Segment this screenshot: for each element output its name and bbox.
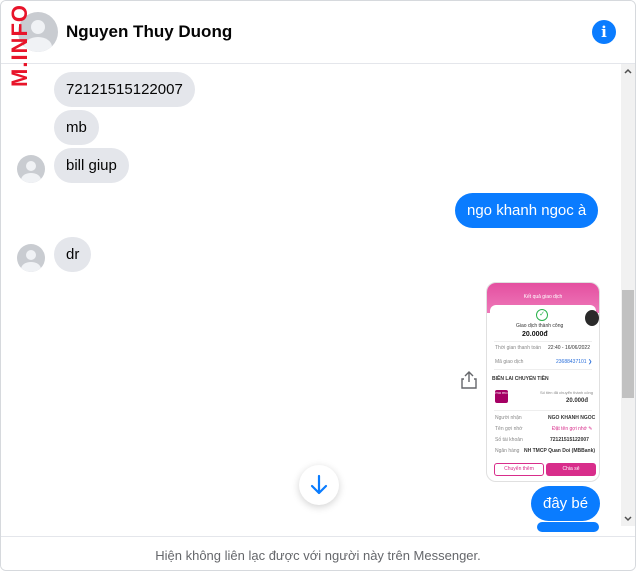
avatar-head [26, 250, 36, 260]
scroll-to-bottom-button[interactable] [299, 465, 339, 505]
contact-name[interactable]: Nguyen Thuy Duong [66, 22, 232, 42]
messenger-window: Nguyen Thuy Duong i M.INFO 7212151512200… [0, 0, 636, 571]
outgoing-message[interactable]: ngo khanh ngoc à [455, 193, 599, 228]
avatar-body [21, 173, 41, 183]
tx-label: Mã giao dịch [495, 359, 524, 365]
transfer-amount: 20.000đ [566, 398, 589, 404]
note-value: Đặt tên gợi nhớ ✎ [552, 426, 593, 432]
outgoing-message-partial[interactable] [537, 522, 599, 532]
time-label: Thời gian thanh toán [495, 345, 542, 351]
incoming-message[interactable]: mb [54, 110, 99, 145]
share-icon[interactable] [461, 371, 477, 389]
sender-avatar [17, 155, 45, 183]
recipient-label: Người nhận [495, 415, 522, 421]
time-value: 22:40 - 16/06/2022 [548, 345, 590, 351]
scroll-down-arrow-icon[interactable] [621, 511, 635, 525]
divider [494, 410, 592, 411]
check-icon: ✓ [536, 309, 548, 321]
receipt-header-title: Kết quả giao dịch [523, 294, 563, 300]
divider [494, 341, 592, 342]
recipient-value: NGO KHANH NGOC [548, 415, 596, 421]
sender-avatar [17, 244, 45, 272]
incoming-message[interactable]: 72121515122007 [54, 72, 195, 107]
receipt-section-title: BIÊN LAI CHUYỂN TIỀN [492, 376, 549, 382]
account-label: Số tài khoản [495, 437, 523, 443]
account-value: 72121515122007 [550, 437, 589, 443]
payment-receipt-image[interactable]: Kết quả giao dịch ✓ Giao dịch thành công… [486, 282, 600, 482]
momo-logo: mo mo [495, 390, 508, 403]
avatar-head [31, 20, 45, 34]
tx-value: 23688437101 ❯ [556, 359, 593, 365]
outgoing-message[interactable]: đây bé [531, 486, 601, 521]
share-button: Chia sẻ [546, 463, 596, 476]
bank-value: NH TMCP Quan Doi (MBBank) [524, 448, 596, 454]
avatar-head [26, 161, 36, 171]
arrow-down-icon [310, 474, 328, 495]
divider [494, 369, 592, 370]
conversation-footer: Hiện không liên lạc được với người này t… [1, 536, 635, 570]
receipt-amount: 20.000đ [522, 331, 548, 338]
conversation-header: Nguyen Thuy Duong i [1, 1, 635, 64]
incoming-message[interactable]: bill giup [54, 148, 129, 183]
scroll-up-arrow-icon[interactable] [621, 65, 635, 79]
message-list: 72121515122007 mb bill giup ngo khanh ng… [1, 64, 621, 534]
receipt-status: Giao dịch thành công [516, 323, 564, 329]
note-label: Tên gợi nhớ [495, 426, 523, 432]
unavailable-notice: Hiện không liên lạc được với người này t… [155, 548, 481, 563]
scrollbar-thumb[interactable] [622, 290, 634, 398]
transfer-label: Số tiền đã chuyển thành công [540, 390, 593, 395]
bank-label: Ngân hàng [495, 448, 520, 454]
avatar-body [21, 262, 41, 272]
info-icon[interactable]: i [592, 20, 616, 44]
recipient-thumbnail [585, 310, 599, 326]
receipt-card: ✓ Giao dịch thành công 20.000đ Thời gian… [490, 305, 596, 477]
incoming-message[interactable]: dr [54, 237, 92, 272]
transfer-more-button: Chuyển thêm [494, 463, 544, 476]
